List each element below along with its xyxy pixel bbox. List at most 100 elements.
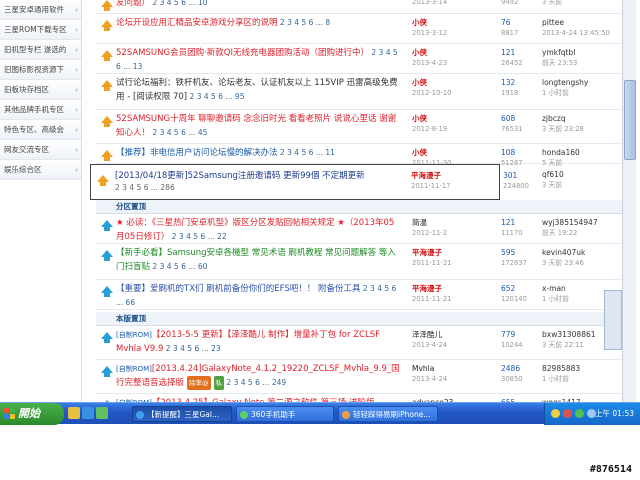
sidebar-item-6[interactable]: 特色专区、高级会 › xyxy=(0,120,81,140)
page-link[interactable]: 4 xyxy=(386,48,391,57)
last-poster[interactable]: 82985883 xyxy=(542,363,622,374)
page-link[interactable]: 8 xyxy=(325,18,330,27)
thread-title[interactable]: [自制ROM][2013.4.24]GalaxyNote_4.1.2_19220… xyxy=(116,362,400,390)
thread-author[interactable]: 泽泽酷儿 xyxy=(412,329,474,340)
page-link[interactable]: 66 xyxy=(126,298,136,307)
sidebar-item-1[interactable]: 三星ROM下载专区 › xyxy=(0,20,81,40)
thread-author[interactable]: 简温 xyxy=(412,217,474,228)
page-link[interactable]: 3 xyxy=(234,378,239,387)
page-link[interactable]: 5 xyxy=(174,128,179,137)
thread-title[interactable]: 52SAMSUNG会员团购·新款QI无线充电器团购活动（团购进行中） 2 3 4… xyxy=(116,46,400,74)
thread-title[interactable]: 论坛开设应用汇精品安卓游戏分享区的说明 2 3 4 5 6 ... 8 xyxy=(116,16,400,30)
page-link[interactable]: 5 xyxy=(211,92,216,101)
page-link[interactable]: 6 xyxy=(181,128,186,137)
sidebar-item-2[interactable]: 旧机型专栏 遂选的 › xyxy=(0,40,81,60)
thread-title[interactable]: 【推荐】非电信用户访问论坛慢的解决办法 2 3 4 5 6 ... 11 xyxy=(116,146,400,160)
page-link[interactable]: 6 xyxy=(255,378,260,387)
page-link[interactable]: 6 xyxy=(309,18,314,27)
thread-author[interactable]: 平海漫子 xyxy=(412,247,474,258)
page-link[interactable]: 11 xyxy=(325,148,335,157)
last-poster[interactable]: kevin407uk xyxy=(542,247,622,258)
page-link[interactable]: 4 xyxy=(129,183,134,192)
page-link[interactable]: 22 xyxy=(217,232,227,241)
thread-author[interactable]: 小侠 xyxy=(412,113,474,124)
task-iphone-tool[interactable]: 轻轻踩得易刷iPhone... xyxy=(338,406,438,422)
task-360-assistant[interactable]: 360手机助手 xyxy=(236,406,334,422)
sidebar-item-4[interactable]: 旧板块存档区 › xyxy=(0,80,81,100)
thread-prefix[interactable]: [自制ROM] xyxy=(116,365,152,373)
page-link[interactable]: 2 xyxy=(115,183,120,192)
page-link[interactable]: 4 xyxy=(167,0,172,7)
page-link[interactable]: 10 xyxy=(198,0,208,7)
page-link[interactable]: 6 xyxy=(116,62,121,71)
page-link[interactable]: 5 xyxy=(301,148,306,157)
folder-icon[interactable] xyxy=(68,407,80,419)
task-browser[interactable]: 【新提醒】三星Gal... xyxy=(132,406,232,422)
last-poster[interactable]: zjbczq xyxy=(542,113,622,124)
thread-title[interactable]: 试行论坛福利：铁杆机友、论坛老友、认证机友以上 115VIP 迅雷高级免费用 -… xyxy=(116,76,400,104)
tray-icon[interactable] xyxy=(575,409,584,418)
sidebar-item-8[interactable]: 娱乐综合区 › xyxy=(0,160,81,180)
page-link[interactable]: 4 xyxy=(167,262,172,271)
page-link[interactable]: 6 xyxy=(181,262,186,271)
page-link[interactable]: 4 xyxy=(180,344,185,353)
page-link[interactable]: 5 xyxy=(137,183,142,192)
page-link[interactable]: 2 xyxy=(152,0,157,7)
sidebar-item-0[interactable]: 三星安卓通用软件 › xyxy=(0,0,81,20)
browser-icon[interactable] xyxy=(82,407,94,419)
page-link[interactable]: 3 xyxy=(173,344,178,353)
page-link[interactable]: 3 xyxy=(160,0,165,7)
page-link[interactable]: 2 xyxy=(280,18,285,27)
last-poster[interactable]: pittee xyxy=(542,17,622,28)
start-button[interactable]: 開始 xyxy=(0,403,64,425)
page-link[interactable]: 3 xyxy=(287,18,292,27)
thread-title[interactable]: ★ 必读：《三星热门安卓机型》版区分区发贴回帖相关规定 ★（2013年05月05… xyxy=(116,216,400,244)
page-link[interactable]: 3 xyxy=(370,284,375,293)
sidebar-item-5[interactable]: 其他品牌手机专区 › xyxy=(0,100,81,120)
thread-title[interactable]: [自制ROM]【2013-5-5 更新】【泽泽酷儿 制作】增量补丁包 for Z… xyxy=(116,328,400,356)
page-link[interactable]: 23 xyxy=(211,344,221,353)
page-link[interactable]: 2 xyxy=(190,92,195,101)
page-link[interactable]: 4 xyxy=(241,378,246,387)
page-link[interactable]: 13 xyxy=(133,62,143,71)
page-link[interactable]: 6 xyxy=(309,148,314,157)
thread-author[interactable]: 平海漫子 xyxy=(412,283,474,294)
thread-author[interactable]: 小侠 xyxy=(412,47,474,58)
page-link[interactable]: 5 xyxy=(187,344,192,353)
page-link[interactable]: 4 xyxy=(186,232,191,241)
page-link[interactable]: 3 xyxy=(160,128,165,137)
page-link[interactable]: 45 xyxy=(198,128,208,137)
page-link[interactable]: 2 xyxy=(152,262,157,271)
scrollbar[interactable] xyxy=(622,0,636,402)
page-link[interactable]: 6 xyxy=(392,284,397,293)
page-link[interactable]: 2 xyxy=(172,232,177,241)
page-link[interactable]: 3 xyxy=(122,183,127,192)
page-link[interactable]: 2 xyxy=(363,284,368,293)
thread-title[interactable]: 52SAMSUNG十周年 聊聊邀请码 念念旧时光 看看老照片 说说心里话 谢谢知… xyxy=(116,112,400,140)
highlighted-thread-box[interactable]: [2013/04/18更新]52Samsung注册邀请码 更新99個 不定期更新… xyxy=(90,164,529,200)
thread-prefix[interactable]: [自制ROM] xyxy=(116,331,152,339)
clock[interactable]: 上午 01:53 xyxy=(595,403,634,425)
page-link[interactable]: 6 xyxy=(181,0,186,7)
page-link[interactable]: 6 xyxy=(218,92,223,101)
page-links[interactable]: 2 3 4 5 6 ... 286 xyxy=(115,183,175,192)
thread-author[interactable]: Mvhla xyxy=(412,363,474,374)
page-link[interactable]: 3 xyxy=(379,48,384,57)
page-link[interactable]: 60 xyxy=(198,262,208,271)
page-link[interactable]: 3 xyxy=(287,148,292,157)
thread-title[interactable]: 友问题） 2 3 4 5 6 ... 10 xyxy=(116,0,400,10)
last-poster[interactable]: honda160 xyxy=(542,147,622,158)
page-link[interactable]: 3 xyxy=(197,92,202,101)
last-poster[interactable]: ymkfqtbl xyxy=(542,47,622,58)
thread-title[interactable]: 【重要】爱刷机的TX们 刷机前备份你们的EFS吧！！ 附备份工具 2 3 4 5… xyxy=(116,282,400,310)
page-link[interactable]: 5 xyxy=(301,18,306,27)
last-poster[interactable]: longtengshy xyxy=(542,77,622,88)
page-link[interactable]: 5 xyxy=(193,232,198,241)
thread-author[interactable]: 小侠 xyxy=(412,17,474,28)
sidebar-item-3[interactable]: 旧图标影视资源下 › xyxy=(0,60,81,80)
app-icon[interactable] xyxy=(96,407,108,419)
page-link[interactable]: 4 xyxy=(204,92,209,101)
page-link[interactable]: 5 xyxy=(384,284,389,293)
page-link[interactable]: 3 xyxy=(179,232,184,241)
last-poster[interactable]: wyj385154947 xyxy=(542,217,622,228)
